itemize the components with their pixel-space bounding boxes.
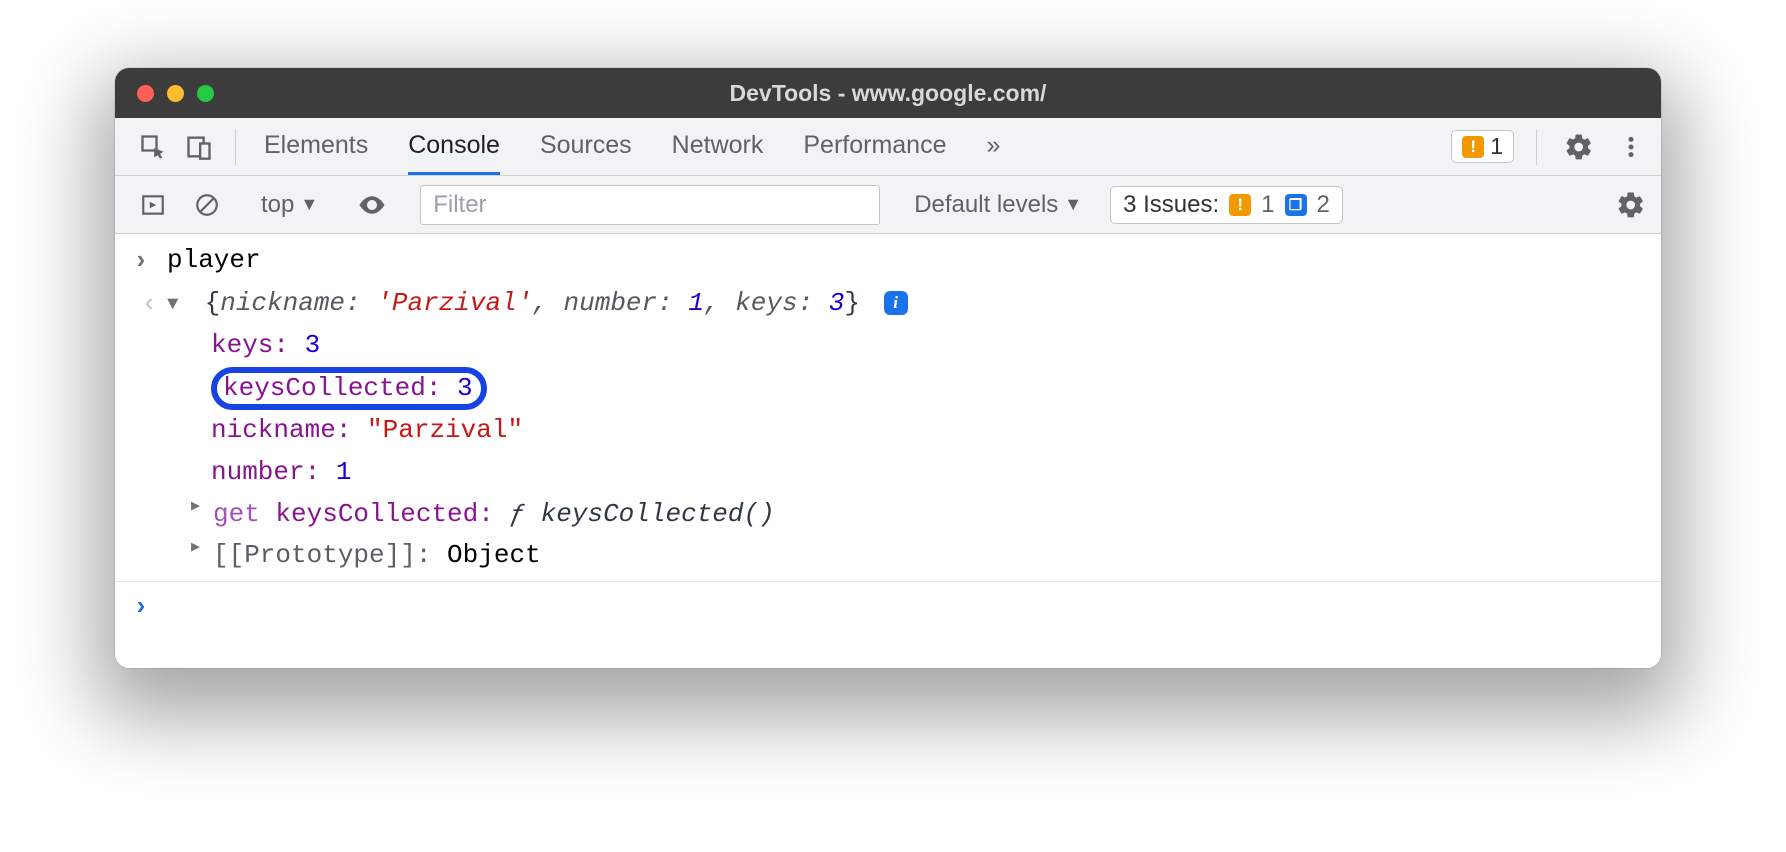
more-menu-icon[interactable] <box>1611 127 1651 167</box>
prototype-key: [[Prototype]]: <box>213 537 431 575</box>
close-window-button[interactable] <box>137 85 154 102</box>
clear-console-icon[interactable] <box>187 185 227 225</box>
expand-toggle-icon[interactable]: ▼ <box>167 291 185 319</box>
getter-func: ƒ keysCollected() <box>509 496 774 534</box>
context-selector[interactable]: top ▼ <box>255 187 324 223</box>
settings-gear-icon[interactable] <box>1559 127 1599 167</box>
prop-nickname-row[interactable]: nickname: "Parzival" <box>193 410 1661 452</box>
preview-number-val: 1 <box>688 288 704 318</box>
devtools-tabbar: Elements Console Sources Network Perform… <box>115 118 1661 176</box>
log-levels-selector[interactable]: Default levels ▼ <box>914 191 1082 219</box>
object-open-brace: { <box>205 288 221 318</box>
chevron-down-icon: ▼ <box>1064 194 1082 215</box>
expand-toggle-icon[interactable]: ▶ <box>191 537 209 559</box>
device-toolbar-icon[interactable] <box>179 127 219 167</box>
prop-keys-val: 3 <box>305 327 321 365</box>
prompt-caret-icon: › <box>133 242 157 281</box>
preview-keys-key: keys: <box>735 288 813 318</box>
panel-tabs: Elements Console Sources Network Perform… <box>264 118 1000 175</box>
issues-warn-count: 1 <box>1261 191 1274 219</box>
divider <box>1536 129 1537 165</box>
getter-row[interactable]: ▶ get keysCollected: ƒ keysCollected() <box>173 494 1661 536</box>
info-icon: ❐ <box>1285 194 1307 216</box>
highlighted-property: keysCollected: 3 <box>211 367 487 410</box>
prop-nickname-key: nickname: <box>211 412 351 450</box>
maximize-window-button[interactable] <box>197 85 214 102</box>
console-output: › player › ▼ {nickname: 'Parzival', numb… <box>115 234 1661 639</box>
warning-icon: ! <box>1229 194 1251 216</box>
prop-keys-key: keys: <box>211 327 289 365</box>
tab-network[interactable]: Network <box>672 118 764 175</box>
console-prompt-row[interactable]: › <box>115 586 1661 629</box>
info-badge-icon[interactable]: i <box>884 291 908 315</box>
live-expression-eye-icon[interactable] <box>352 185 392 225</box>
tabs-overflow[interactable]: » <box>986 118 1000 175</box>
console-toolbar: top ▼ Default levels ▼ 3 Issues: ! 1 ❐ 2 <box>115 176 1661 234</box>
result-caret-icon: › <box>133 285 157 324</box>
warning-icon: ! <box>1462 136 1484 158</box>
warnings-badge[interactable]: ! 1 <box>1451 130 1514 163</box>
filter-input[interactable] <box>420 185 880 225</box>
window-title: DevTools - www.google.com/ <box>115 80 1661 107</box>
tab-sources[interactable]: Sources <box>540 118 632 175</box>
divider <box>235 129 236 165</box>
expand-toggle-icon[interactable]: ▶ <box>191 496 209 518</box>
console-result-row[interactable]: › ▼ {nickname: 'Parzival', number: 1, ke… <box>115 283 1661 326</box>
preview-nickname-key: nickname: <box>220 288 360 318</box>
prop-nickname-val: "Parzival" <box>367 412 523 450</box>
tab-performance[interactable]: Performance <box>803 118 946 175</box>
window-titlebar: DevTools - www.google.com/ <box>115 68 1661 118</box>
minimize-window-button[interactable] <box>167 85 184 102</box>
prop-number-val: 1 <box>336 454 352 492</box>
console-settings-gear-icon[interactable] <box>1611 185 1651 225</box>
prop-keyscollected-val: 3 <box>457 373 473 403</box>
warnings-count: 1 <box>1490 133 1503 160</box>
prototype-val: Object <box>447 537 541 575</box>
inspect-element-icon[interactable] <box>133 127 173 167</box>
tab-console[interactable]: Console <box>408 118 500 175</box>
tab-elements[interactable]: Elements <box>264 118 368 175</box>
prototype-row[interactable]: ▶ [[Prototype]]: Object <box>173 535 1661 577</box>
context-label: top <box>261 191 294 219</box>
prop-number-row[interactable]: number: 1 <box>193 452 1661 494</box>
levels-label: Default levels <box>914 191 1058 219</box>
prop-keys-row[interactable]: keys: 3 <box>193 325 1661 367</box>
issues-info-count: 2 <box>1317 191 1330 219</box>
getter-keyword: get <box>213 496 260 534</box>
prop-number-key: number: <box>211 454 320 492</box>
console-input-row[interactable]: › player <box>115 240 1661 283</box>
sidebar-toggle-icon[interactable] <box>133 185 173 225</box>
console-input-area[interactable] <box>157 588 183 626</box>
console-command-text: player <box>157 242 261 280</box>
issues-label: 3 Issues: <box>1123 191 1219 219</box>
prop-keyscollected-row[interactable]: keysCollected: 3 <box>193 367 1661 410</box>
prop-keyscollected-key: keysCollected: <box>223 373 441 403</box>
getter-name: keysCollected: <box>275 496 493 534</box>
issues-button[interactable]: 3 Issues: ! 1 ❐ 2 <box>1110 186 1343 224</box>
preview-nickname-val: 'Parzival' <box>376 288 532 318</box>
chevron-down-icon: ▼ <box>300 194 318 215</box>
preview-keys-val: 3 <box>829 288 845 318</box>
preview-number-key: number: <box>564 288 673 318</box>
active-prompt-caret-icon: › <box>133 588 157 627</box>
traffic-lights <box>115 85 214 102</box>
devtools-window: DevTools - www.google.com/ Elements Cons… <box>115 68 1661 668</box>
separator <box>115 581 1661 582</box>
